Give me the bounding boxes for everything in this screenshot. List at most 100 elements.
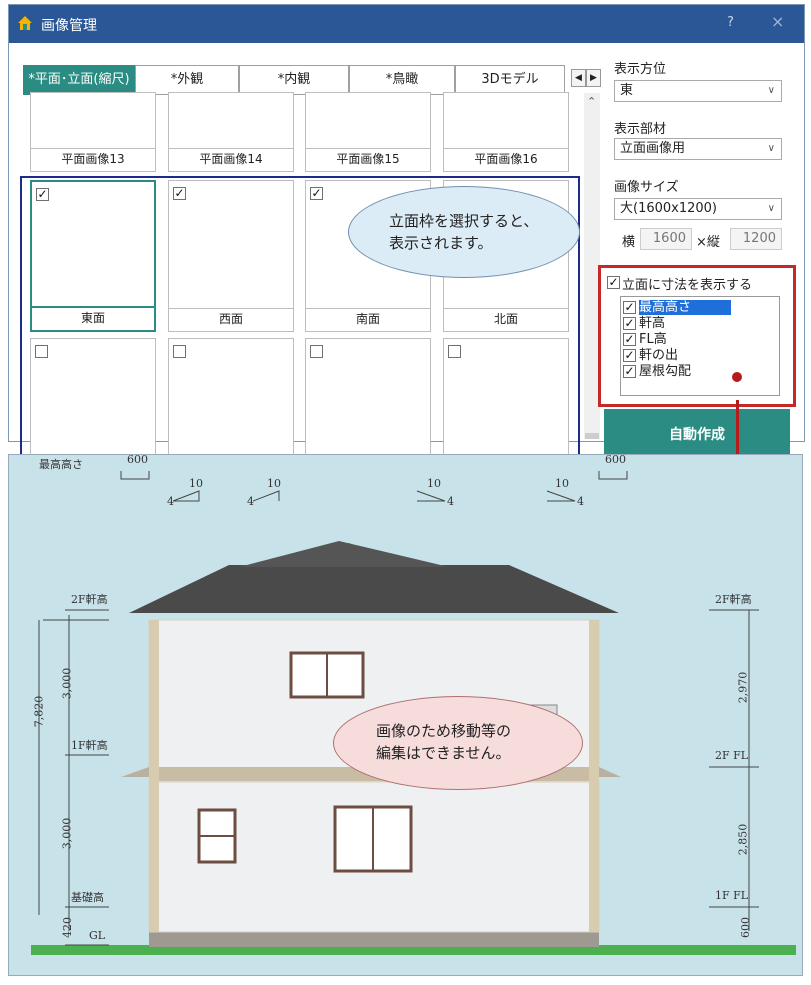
direction-select[interactable]: 東 ∨ [614, 80, 782, 102]
list-item[interactable]: ✓ 屋根勾配 [623, 364, 777, 379]
info-callout: 立面枠を選択すると、 表示されます。 [348, 186, 580, 278]
empty-cell[interactable] [305, 338, 431, 462]
dimension-items-list: ✓ 最高高さ ✓ 軒高 ✓ FL高 ✓ 軒の出 ✓ 屋根勾配 [620, 296, 780, 396]
plan-image-label: 平面画像15 [306, 148, 430, 171]
tab-scroll-left-icon[interactable]: ◀ [571, 69, 586, 87]
plan-image-label: 平面画像16 [444, 148, 568, 171]
chevron-down-icon: ∨ [767, 203, 775, 214]
callout-text: 立面枠を選択すると、 [389, 212, 539, 230]
check-icon[interactable]: ✓ [623, 317, 636, 330]
fl-1f-height-value: 600 [739, 917, 752, 938]
slope-label: 10 [189, 477, 203, 490]
height-2f-right-value: 2,970 [736, 671, 750, 704]
plan-image-13[interactable]: 平面画像13 [30, 92, 156, 172]
size-label: 画像サイズ [614, 180, 679, 195]
empty-cell[interactable] [30, 338, 156, 462]
callout-text: 編集はできません。 [376, 744, 511, 762]
size-value: 大(1600x1200) [620, 201, 718, 216]
plan-image-14[interactable]: 平面画像14 [168, 92, 294, 172]
tab-scroll-right-icon[interactable]: ▶ [586, 69, 601, 87]
direction-value: 東 [620, 83, 634, 98]
part-value: 立面画像用 [620, 141, 686, 156]
info-callout: 画像のため移動等の 編集はできません。 [333, 696, 583, 790]
slope-label: 10 [267, 477, 281, 490]
fl-2f-label: 2F FL [715, 749, 749, 762]
tab-plan-elevation[interactable]: *平面･立面(縮尺) [23, 65, 135, 95]
direction-label: 表示方位 [614, 62, 667, 77]
checkbox[interactable] [448, 345, 461, 358]
foundation-height-value: 420 [61, 917, 74, 938]
height-2f-value: 3,000 [60, 667, 74, 700]
elevation-label: 北面 [444, 308, 568, 331]
title-bar: 画像管理 ? × [9, 5, 804, 43]
scroll-up-icon[interactable]: ⌃ [587, 95, 596, 108]
check-icon[interactable]: ✓ [623, 333, 636, 346]
checkbox[interactable] [35, 345, 48, 358]
height-label: ×縦 [696, 235, 720, 250]
check-icon[interactable]: ✓ [623, 365, 636, 378]
width-label: 横 [622, 235, 636, 250]
dim-600-right: 600 [605, 453, 626, 466]
slope-base-label: 4 [247, 495, 254, 508]
check-icon[interactable]: ✓ [310, 187, 323, 200]
checkbox[interactable] [173, 345, 186, 358]
height-field[interactable]: 1200 [730, 228, 782, 250]
elevation-label: 東面 [32, 306, 154, 330]
close-button[interactable]: × [771, 12, 784, 31]
eave-1f-label: 1F軒高 [71, 739, 108, 752]
slope-base-label: 4 [577, 495, 584, 508]
help-button[interactable]: ? [727, 15, 734, 30]
max-height-label: 最高高さ [39, 458, 83, 471]
fl-1f-label: 1F FL [715, 889, 749, 902]
check-icon[interactable]: ✓ [623, 349, 636, 362]
size-select[interactable]: 大(1600x1200) ∨ [614, 198, 782, 220]
list-item[interactable]: ✓ 軒の出 [623, 348, 777, 363]
list-item[interactable]: ✓ FL高 [623, 332, 777, 347]
elevation-label: 西面 [169, 308, 293, 331]
empty-cell[interactable] [168, 338, 294, 462]
plan-image-label: 平面画像13 [31, 148, 155, 171]
tab-3d-model[interactable]: 3Dモデル [455, 65, 565, 95]
chevron-down-icon: ∨ [767, 143, 775, 154]
slope-base-label: 4 [167, 495, 174, 508]
dims-checkbox[interactable]: ✓ [607, 276, 620, 289]
slope-label: 10 [555, 477, 569, 490]
elevation-west[interactable]: ✓ 西面 [168, 180, 294, 332]
check-icon[interactable]: ✓ [623, 301, 636, 314]
width-field[interactable]: 1600 [640, 228, 692, 250]
plan-image-16[interactable]: 平面画像16 [443, 92, 569, 172]
foundation-label: 基礎高 [71, 891, 104, 904]
height-1f-value: 3,000 [60, 817, 74, 850]
elevation-label: 南面 [306, 308, 430, 331]
chevron-down-icon: ∨ [767, 85, 775, 96]
eave-2f-left-label: 2F軒高 [71, 593, 108, 606]
tab-birdseye[interactable]: *鳥瞰 [349, 65, 455, 95]
part-label: 表示部材 [614, 122, 667, 137]
gl-label: GL [89, 929, 106, 942]
tab-exterior[interactable]: *外観 [135, 65, 239, 95]
total-height-value: 7,820 [32, 695, 46, 728]
height-1f-right-value: 2,850 [736, 823, 750, 856]
list-item[interactable]: ✓ 軒高 [623, 316, 777, 331]
dims-checkbox-label[interactable]: 立面に寸法を表示する [622, 274, 752, 293]
callout-text: 表示されます。 [389, 234, 493, 252]
window-title: 画像管理 [41, 18, 97, 34]
scroll-thumb[interactable] [585, 433, 599, 439]
callout-text: 画像のため移動等の [376, 722, 512, 740]
slope-base-label: 4 [447, 495, 454, 508]
plan-image-15[interactable]: 平面画像15 [305, 92, 431, 172]
empty-cell[interactable] [443, 338, 569, 462]
tab-interior[interactable]: *内観 [239, 65, 349, 95]
slope-label: 10 [427, 477, 441, 490]
eave-2f-right-label: 2F軒高 [715, 593, 752, 606]
house-icon [18, 16, 32, 30]
connector-dot [732, 372, 742, 382]
check-icon[interactable]: ✓ [173, 187, 186, 200]
elevation-east[interactable]: ✓ 東面 [30, 180, 156, 332]
dim-600-left: 600 [127, 453, 148, 466]
check-icon[interactable]: ✓ [36, 188, 49, 201]
plan-image-label: 平面画像14 [169, 148, 293, 171]
checkbox[interactable] [310, 345, 323, 358]
list-item[interactable]: ✓ 最高高さ [623, 300, 777, 315]
part-select[interactable]: 立面画像用 ∨ [614, 138, 782, 160]
